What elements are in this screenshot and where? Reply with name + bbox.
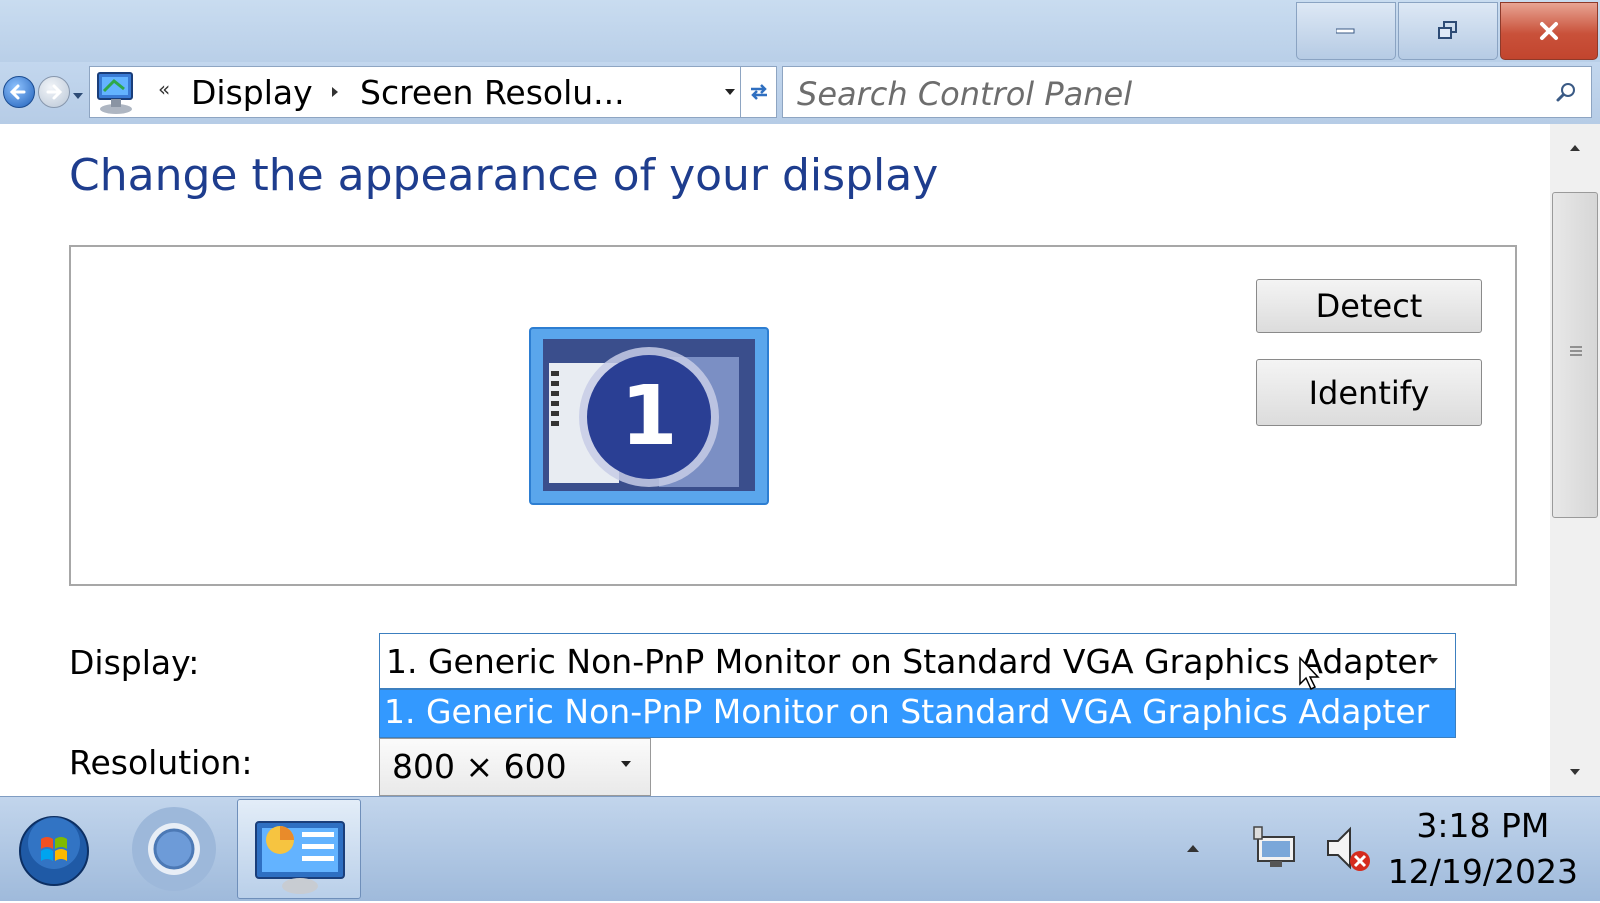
chrome-icon [132,807,216,891]
display-settings-icon [255,821,345,894]
windows-start-orb-icon [19,816,89,886]
window-titlebar [0,0,1600,62]
clock-date: 12/19/2023 [1387,852,1578,891]
vertical-scrollbar[interactable] [1550,124,1600,796]
chevron-down-icon[interactable] [1427,656,1439,666]
volume-muted-icon[interactable] [1324,823,1374,877]
control-panel-icon [97,72,133,114]
recent-pages-dropdown[interactable] [72,86,84,105]
display-select-value: 1. Generic Non-PnP Monitor on Standard V… [386,642,1432,681]
restore-icon [1438,21,1457,39]
taskbar-control-panel-button[interactable] [237,799,361,899]
address-bar[interactable]: « Display Screen Resolu... [89,66,741,118]
restore-button[interactable] [1398,2,1498,60]
breadcrumb-item-screen-resolution[interactable]: Screen Resolu... [360,73,625,112]
display-label: Display: [69,643,200,682]
monitor-icon: 1 [529,327,769,505]
address-dropdown-icon[interactable] [724,87,736,97]
close-button[interactable] [1500,2,1598,60]
taskbar-chrome-button[interactable] [127,799,221,899]
display-select[interactable]: 1. Generic Non-PnP Monitor on Standard V… [379,633,1456,689]
minimize-icon [1336,28,1355,34]
display-dropdown-list[interactable]: 1. Generic Non-PnP Monitor on Standard V… [379,689,1456,738]
monitor-number: 1 [620,369,677,464]
detect-button[interactable]: Detect [1256,279,1482,333]
search-input[interactable]: Search Control Panel [782,66,1592,118]
refresh-icon [750,84,767,100]
start-button[interactable] [14,799,94,899]
grip-icon [1570,346,1582,356]
monitor-1-thumbnail[interactable]: 1 [529,327,769,505]
search-icon[interactable] [1555,81,1577,103]
chevron-down-icon [73,93,83,99]
clock-time: 3:18 PM [1416,806,1550,845]
forward-arrow-icon [46,84,63,100]
resolution-select-value: 800 × 600 [392,747,567,786]
show-hidden-icons-icon[interactable] [1186,843,1200,853]
identify-button[interactable]: Identify [1256,359,1482,426]
resolution-label: Resolution: [69,743,253,782]
search-placeholder: Search Control Panel [797,75,1133,113]
back-button[interactable] [3,76,35,108]
back-arrow-icon [9,84,26,100]
minimize-button[interactable] [1296,2,1396,60]
breadcrumb-overflow[interactable]: « [158,77,170,101]
scrollbar-thumb[interactable] [1552,192,1598,518]
mouse-cursor-icon [1299,656,1320,691]
display-option-1[interactable]: 1. Generic Non-PnP Monitor on Standard V… [384,692,1429,731]
scroll-up-icon[interactable] [1569,144,1581,152]
network-icon[interactable] [1252,823,1302,873]
scroll-down-icon[interactable] [1569,768,1581,776]
page-title: Change the appearance of your display [69,150,939,201]
taskbar: 3:18 PM 12/19/2023 [0,796,1600,901]
chevron-down-icon[interactable] [620,759,632,769]
chevron-right-icon[interactable] [330,85,340,99]
forward-button[interactable] [38,76,70,108]
refresh-button[interactable] [741,66,777,118]
close-icon [1540,22,1558,40]
breadcrumb-item-display[interactable]: Display [191,73,313,112]
system-clock[interactable]: 3:18 PM 12/19/2023 [1388,803,1578,895]
resolution-select[interactable]: 800 × 600 [379,738,651,796]
